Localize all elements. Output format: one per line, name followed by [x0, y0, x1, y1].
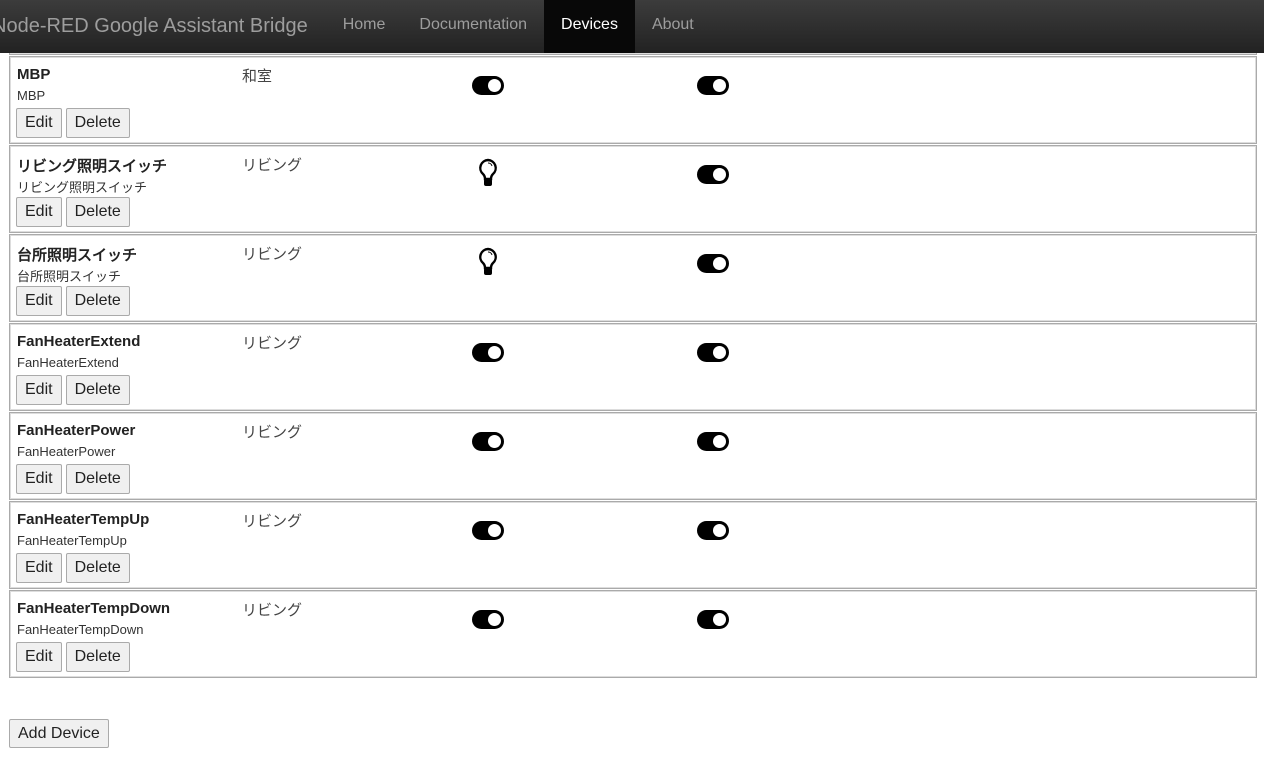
lightbulb-icon — [478, 158, 498, 193]
add-device-button[interactable]: Add Device — [9, 719, 109, 748]
toggle-icon[interactable] — [697, 610, 729, 629]
device-id: FanHeaterTempUp — [17, 533, 127, 548]
toggle-icon[interactable] — [697, 254, 729, 273]
toggle-icon[interactable] — [472, 521, 504, 540]
nav-documentation[interactable]: Documentation — [402, 0, 544, 53]
nav-devices[interactable]: Devices — [544, 0, 635, 53]
device-name: FanHeaterTempUp — [17, 511, 150, 528]
device-row: FanHeaterTempDown FanHeaterTempDown リビング Ed… — [9, 590, 1257, 678]
nav-home[interactable]: Home — [326, 0, 403, 53]
toggle-icon[interactable] — [697, 165, 729, 184]
toggle-icon[interactable] — [697, 343, 729, 362]
device-list: EditDeleteMBPMBP和室EditDeleteリビング照明スイッチリビ… — [9, 0, 1257, 679]
device-id: 台所照明スイッチ — [17, 269, 122, 284]
brand[interactable]: Node-RED Google Assistant Bridge — [0, 15, 326, 38]
delete-button[interactable]: Delete — [65, 286, 130, 316]
device-name: 台所照明スイッチ — [17, 247, 138, 264]
delete-button[interactable]: Delete — [65, 375, 130, 405]
device-row: FanHeaterPower FanHeaterPower リビング Edit Dele… — [9, 412, 1257, 500]
edit-button[interactable]: Edit — [16, 464, 62, 494]
device-row: 台所照明スイッチ 台所照明スイッチ リビング Edit Delete — [9, 234, 1257, 322]
device-row: リビング照明スイッチ リビング照明スイッチ リビング Edit Delete — [9, 145, 1257, 233]
delete-button[interactable]: Delete — [65, 108, 130, 138]
device-id: リビング照明スイッチ — [17, 180, 148, 195]
device-name: MBP — [17, 66, 51, 83]
navbar: Node-RED Google Assistant Bridge Home Do… — [0, 0, 1264, 53]
lightbulb-icon — [478, 247, 498, 282]
device-room: リビング — [242, 602, 303, 619]
delete-button[interactable]: Delete — [65, 197, 130, 227]
delete-button[interactable]: Delete — [65, 553, 130, 583]
device-row: FanHeaterExtend FanHeaterExtend リビング Edit De… — [9, 323, 1257, 411]
device-room: リビング — [242, 246, 303, 263]
delete-button[interactable]: Delete — [65, 464, 130, 494]
device-room: リビング — [242, 513, 303, 530]
toggle-icon[interactable] — [697, 76, 729, 95]
device-row: MBP MBP 和室 Edit Delete — [9, 56, 1257, 144]
device-name: FanHeaterPower — [17, 422, 136, 439]
toggle-icon[interactable] — [697, 521, 729, 540]
device-id: MBP — [17, 88, 46, 103]
toggle-icon[interactable] — [472, 343, 504, 362]
edit-button[interactable]: Edit — [16, 197, 62, 227]
edit-button[interactable]: Edit — [16, 375, 62, 405]
edit-button[interactable]: Edit — [16, 286, 62, 316]
device-row: FanHeaterTempUp FanHeaterTempUp リビング Edit De… — [9, 501, 1257, 589]
device-name: FanHeaterTempDown — [17, 600, 171, 617]
nav-about[interactable]: About — [635, 0, 711, 53]
device-name: FanHeaterExtend — [17, 333, 141, 350]
edit-button[interactable]: Edit — [16, 642, 62, 672]
device-id: FanHeaterTempDown — [17, 622, 144, 637]
toggle-icon[interactable] — [472, 610, 504, 629]
delete-button[interactable]: Delete — [65, 642, 130, 672]
edit-button[interactable]: Edit — [16, 108, 62, 138]
toggle-icon[interactable] — [472, 432, 504, 451]
device-room: リビング — [242, 335, 303, 352]
toggle-icon[interactable] — [697, 432, 729, 451]
device-room: 和室 — [242, 68, 273, 85]
device-id: FanHeaterExtend — [17, 355, 119, 370]
device-room: リビング — [242, 157, 303, 174]
device-id: FanHeaterPower — [17, 444, 116, 459]
edit-button[interactable]: Edit — [16, 553, 62, 583]
toggle-icon[interactable] — [472, 76, 504, 95]
device-name: リビング照明スイッチ — [17, 158, 168, 175]
device-room: リビング — [242, 424, 303, 441]
